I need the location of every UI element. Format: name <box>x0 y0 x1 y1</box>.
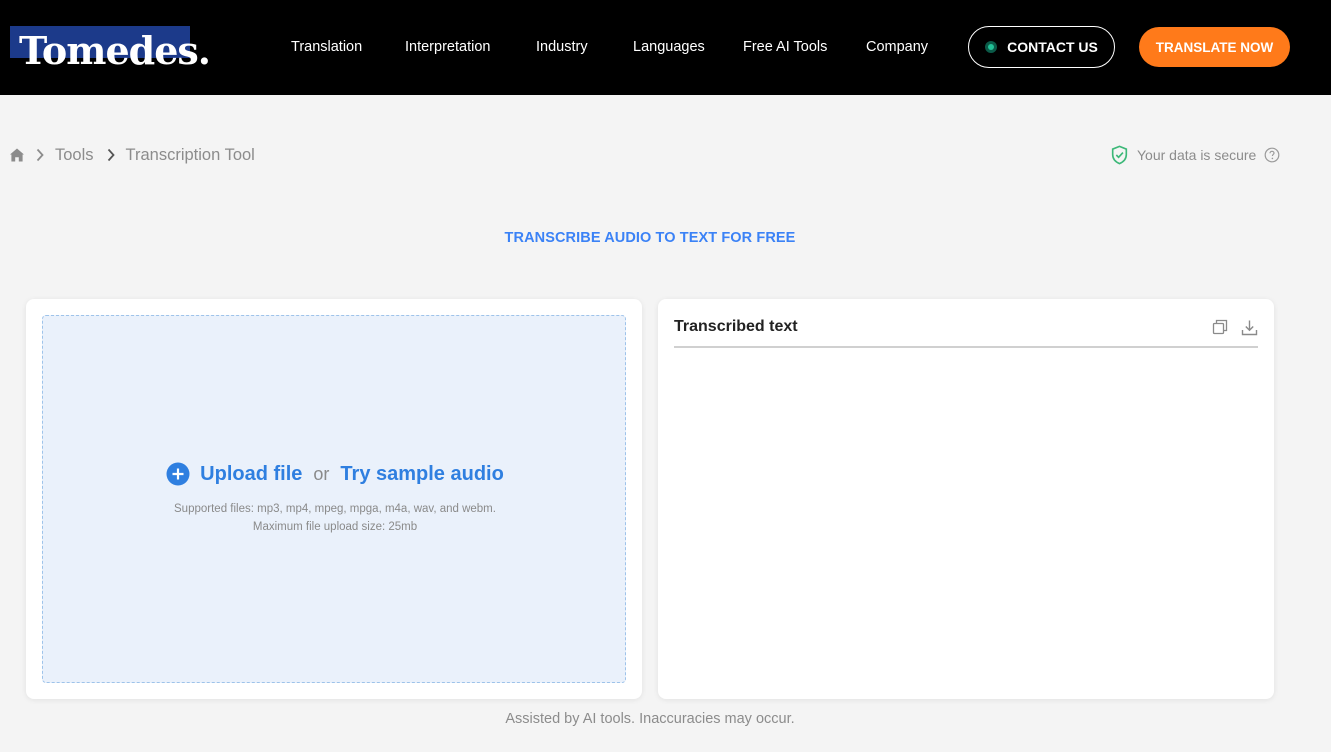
translate-now-label: TRANSLATE NOW <box>1155 39 1274 55</box>
logo-text: Tomedes. <box>19 28 211 73</box>
nav-item-interpretation[interactable]: Interpretation <box>405 38 490 56</box>
transcription-output-panel: Transcribed text <box>658 299 1274 699</box>
question-circle-icon[interactable] <box>1264 147 1280 163</box>
chevron-right-icon <box>36 148 44 162</box>
breadcrumb-current: Transcription Tool <box>125 145 255 164</box>
data-secure-label: Your data is secure <box>1137 147 1257 163</box>
page-headline: TRANSCRIBE AUDIO TO TEXT FOR FREE <box>504 230 796 246</box>
breadcrumb: Tools Transcription Tool <box>9 143 255 167</box>
home-icon[interactable] <box>9 147 25 163</box>
or-separator: or <box>313 463 330 484</box>
chevron-right-icon <box>107 148 115 162</box>
title-divider <box>674 346 1258 348</box>
translate-now-button[interactable]: TRANSLATE NOW <box>1139 27 1290 67</box>
nav-item-company[interactable]: Company <box>866 38 928 56</box>
nav-item-languages[interactable]: Languages <box>633 38 705 56</box>
download-icon[interactable] <box>1241 319 1258 336</box>
file-dropzone[interactable]: Upload file or Try sample audio Supporte… <box>42 315 626 683</box>
top-navigation-bar: Tomedes. Translation Interpretation Indu… <box>0 0 1331 95</box>
nav-item-free-ai-tools[interactable]: Free AI Tools <box>743 38 827 56</box>
online-status-icon <box>985 41 998 53</box>
try-sample-audio-link[interactable]: Try sample audio <box>340 463 503 486</box>
upload-actions: Upload file or Try sample audio <box>43 462 627 486</box>
transcribed-text-title: Transcribed text <box>674 318 798 335</box>
upload-file-link[interactable]: Upload file <box>200 463 302 486</box>
tomedes-logo[interactable]: Tomedes. <box>10 26 211 73</box>
upload-panel: Upload file or Try sample audio Supporte… <box>26 299 642 699</box>
supported-files-note: Supported files: mp3, mp4, mpeg, mpga, m… <box>174 503 496 515</box>
shield-check-icon <box>1111 145 1128 165</box>
contact-us-label: CONTACT US <box>1007 39 1098 55</box>
contact-us-button[interactable]: CONTACT US <box>968 26 1115 68</box>
plus-circle-icon[interactable] <box>166 462 190 486</box>
nav-item-translation[interactable]: Translation <box>291 38 362 56</box>
max-file-size-note: Maximum file upload size: 25mb <box>252 521 418 533</box>
nav-item-industry[interactable]: Industry <box>536 38 588 56</box>
ai-disclaimer: Assisted by AI tools. Inaccuracies may o… <box>505 711 795 727</box>
data-secure-notice: Your data is secure <box>1110 144 1280 166</box>
copy-icon[interactable] <box>1212 319 1228 335</box>
breadcrumb-tools[interactable]: Tools <box>55 146 94 165</box>
